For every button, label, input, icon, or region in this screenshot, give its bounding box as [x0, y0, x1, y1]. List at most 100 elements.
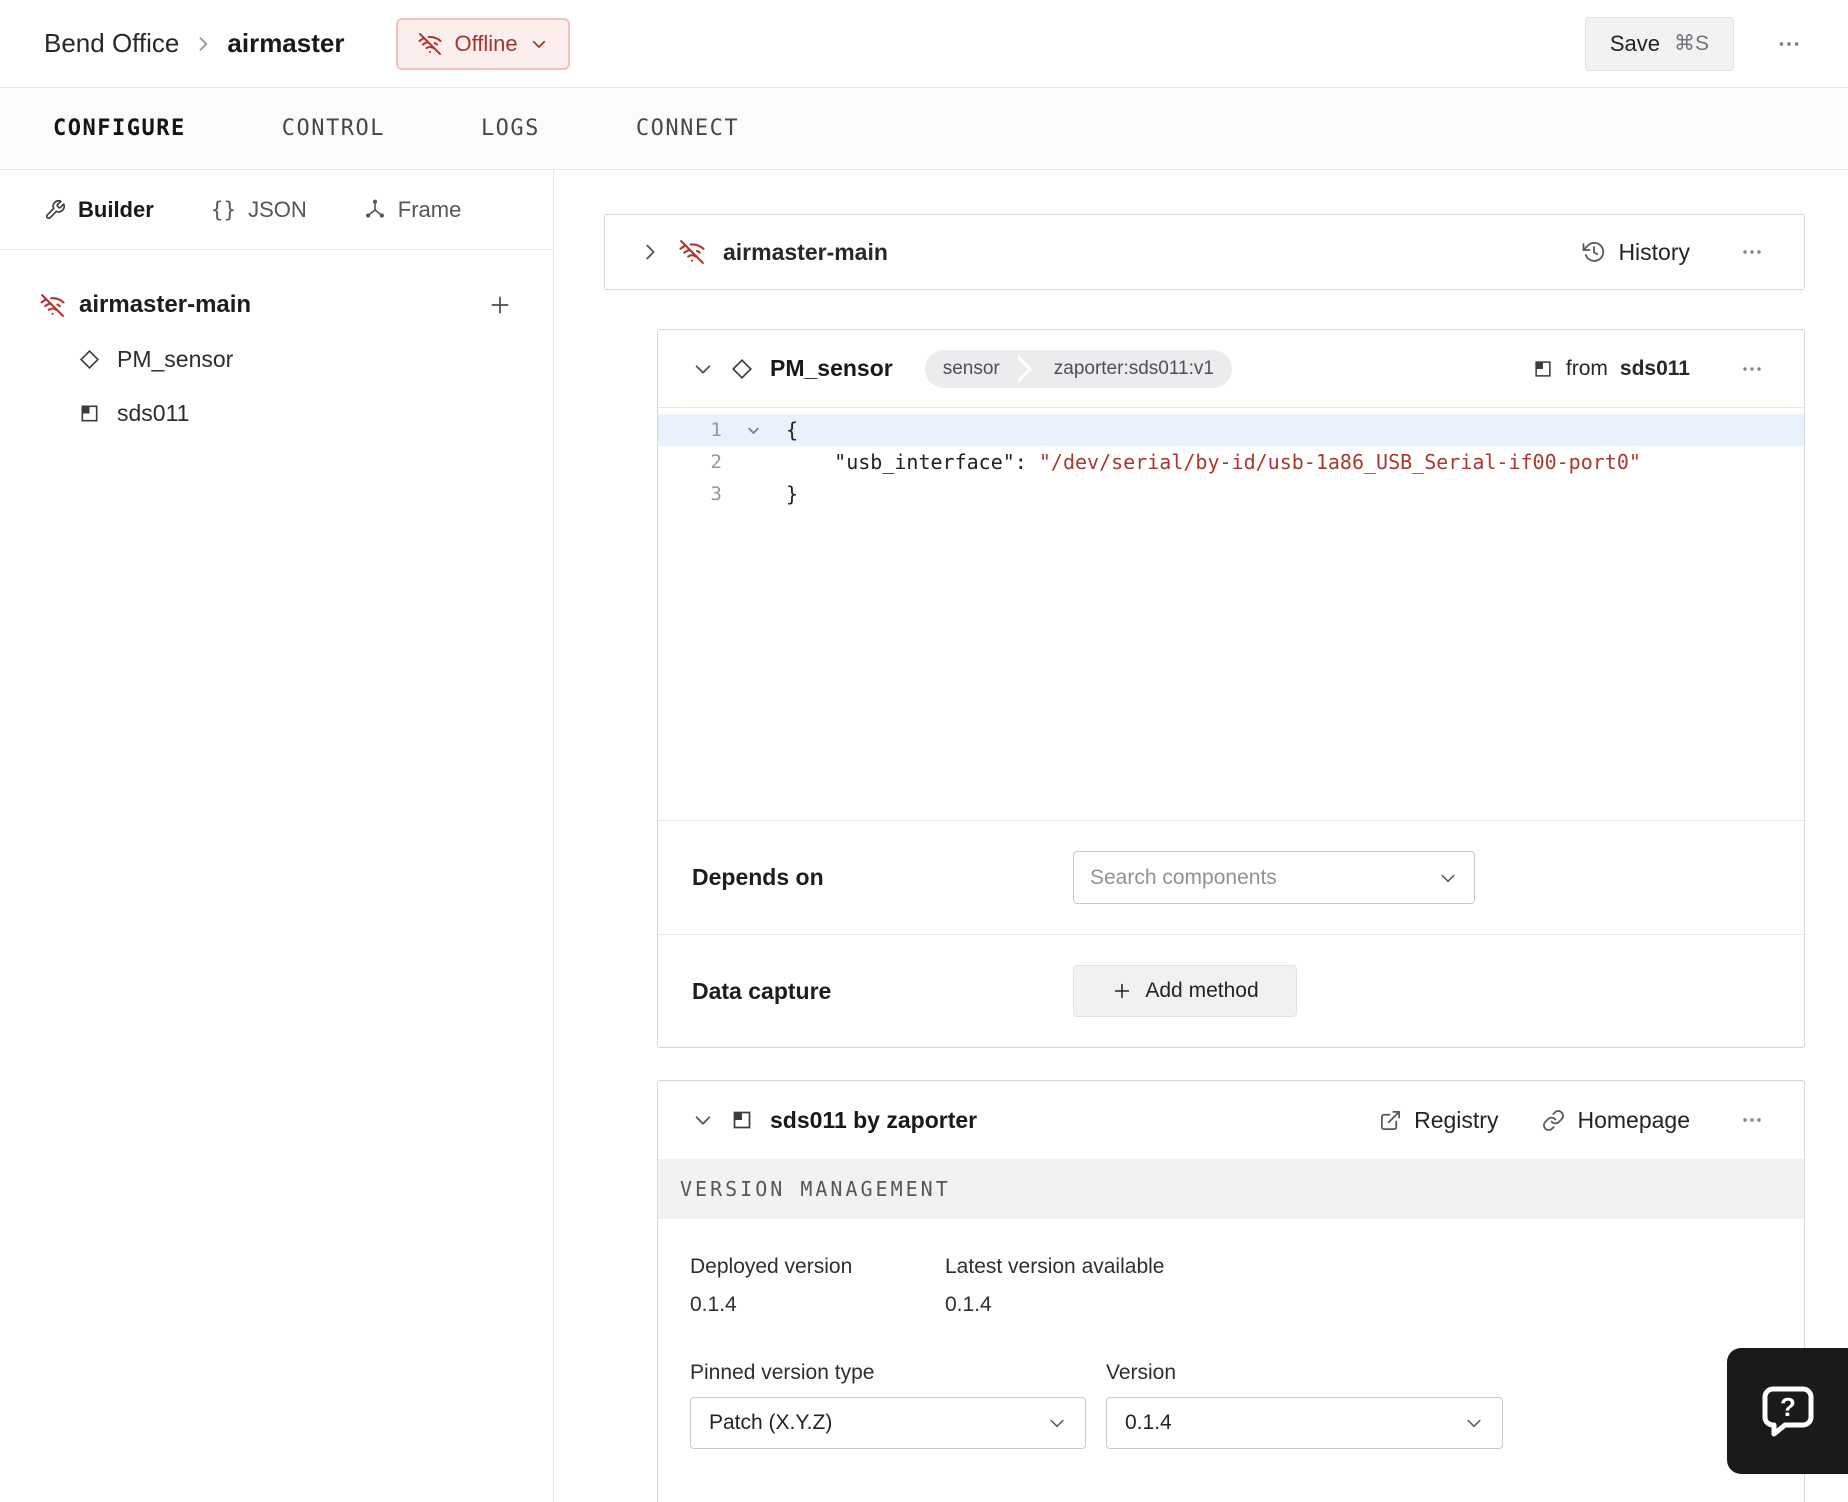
wifi-off-icon [679, 239, 705, 265]
module-card-menu-button[interactable] [1734, 1102, 1770, 1138]
fold-chevron-icon [748, 427, 759, 434]
machine-part-tree: airmaster-main PM_sensor sds011 [0, 250, 553, 468]
chevron-down-icon [530, 35, 548, 53]
component-card-header: PM_sensor sensor zaporter:sds011:v1 from… [658, 330, 1804, 408]
chevron-down-icon[interactable] [692, 358, 714, 380]
badge-component-type: sensor [924, 349, 1018, 388]
machine-card-menu-button[interactable] [1734, 234, 1770, 270]
history-label: History [1618, 238, 1690, 265]
code-string-value: "/dev/serial/by-id/usb-1a86_USB_Serial-i… [1038, 450, 1641, 474]
version-select[interactable]: 0.1.4 [1106, 1397, 1503, 1449]
tree-item-label: PM_sensor [117, 345, 234, 372]
version-management-section-header: VERSION MANAGEMENT [658, 1159, 1804, 1219]
tab-connect[interactable]: CONNECT [636, 116, 739, 141]
top-header: Bend Office airmaster Offline Save ⌘S [0, 0, 1848, 88]
help-question-mark: ? [1780, 1392, 1796, 1422]
tab-configure[interactable]: CONFIGURE [53, 116, 186, 141]
mode-frame-label: Frame [397, 196, 462, 222]
mode-json-label: JSON [248, 196, 307, 222]
component-diamond-icon [78, 348, 101, 371]
plus-icon [1111, 980, 1133, 1002]
depends-on-select[interactable] [1073, 851, 1475, 904]
history-clock-icon [1582, 240, 1606, 264]
data-capture-row: Data capture Add method [658, 934, 1804, 1047]
ellipsis-icon [1743, 250, 1761, 254]
component-card-pm-sensor: PM_sensor sensor zaporter:sds011:v1 from… [657, 329, 1805, 1048]
pin-labels-row: Pinned version type Version [690, 1361, 1770, 1385]
mode-builder[interactable]: Builder [44, 197, 154, 223]
add-method-button[interactable]: Add method [1073, 965, 1297, 1017]
add-method-label: Add method [1145, 979, 1259, 1002]
ellipsis-icon [1743, 366, 1761, 371]
homepage-label: Homepage [1577, 1106, 1690, 1133]
help-button[interactable]: ? [1727, 1348, 1848, 1474]
machine-status-dropdown[interactable]: Offline [396, 17, 570, 70]
wifi-off-icon [418, 32, 443, 56]
wrench-icon [44, 199, 66, 221]
version-value: 0.1.4 [1125, 1411, 1172, 1434]
tree-item-airmaster-main[interactable]: airmaster-main [0, 278, 553, 332]
module-card-sds011: sds011 by zaporter Registry Homepage VER… [657, 1080, 1805, 1502]
mode-json[interactable]: {} JSON [211, 197, 307, 223]
content-area: Builder {} JSON Frame airmaster-main PM_… [0, 170, 1848, 1502]
badge-separator [1017, 349, 1036, 388]
tab-control[interactable]: CONTROL [282, 116, 385, 141]
tree-item-sds011[interactable]: sds011 [0, 386, 553, 440]
depends-on-label: Depends on [692, 864, 824, 890]
chevron-down-icon[interactable] [1438, 868, 1458, 888]
module-icon [1532, 358, 1554, 380]
registry-label: Registry [1414, 1106, 1499, 1133]
save-label: Save [1609, 30, 1660, 56]
module-title: sds011 by zaporter [770, 1106, 978, 1133]
help-bubble-icon: ? [1761, 1386, 1813, 1437]
fold-gutter [722, 478, 786, 510]
from-module-name: sds011 [1619, 356, 1690, 380]
save-shortcut: ⌘S [1673, 32, 1709, 55]
tree-item-pm-sensor[interactable]: PM_sensor [0, 332, 553, 386]
chevron-down-icon[interactable] [692, 1109, 714, 1131]
homepage-link[interactable]: Homepage [1542, 1107, 1690, 1134]
breadcrumb-machine-name: airmaster [227, 28, 345, 58]
pinned-version-type-select[interactable]: Patch (X.Y.Z) [690, 1397, 1086, 1449]
machine-part-title: airmaster-main [723, 238, 888, 265]
registry-link[interactable]: Registry [1379, 1107, 1498, 1134]
attributes-code-editor[interactable]: 1 { 2 "usb_interface": "/dev/serial/by-i… [658, 408, 1804, 820]
code-line: 2 "usb_interface": "/dev/serial/by-id/us… [658, 446, 1804, 478]
sidebar: Builder {} JSON Frame airmaster-main PM_… [0, 170, 554, 1502]
header-menu-button[interactable] [1770, 25, 1808, 63]
machine-card-actions: History [1582, 234, 1770, 270]
tab-logs[interactable]: LOGS [481, 116, 540, 141]
main-panel: airmaster-main History PM_sensor sensor … [554, 170, 1848, 1502]
depends-on-row: Depends on [658, 820, 1804, 934]
breadcrumb-location-link[interactable]: Bend Office [44, 28, 179, 59]
pinned-version-type-label: Pinned version type [690, 1361, 875, 1384]
fold-toggle[interactable] [722, 414, 786, 446]
history-button[interactable]: History [1582, 239, 1690, 266]
code-line: 1 { [658, 414, 1804, 446]
tree-item-label: sds011 [117, 399, 190, 426]
module-card-header: sds011 by zaporter Registry Homepage [658, 1081, 1804, 1159]
braces-icon: {} [210, 197, 237, 222]
chevron-down-icon [1047, 1413, 1067, 1433]
from-label: from [1565, 356, 1608, 380]
chevron-right-icon[interactable] [639, 241, 661, 263]
fold-gutter [722, 446, 786, 478]
version-label: Version [1106, 1361, 1177, 1384]
depends-on-search-input[interactable] [1090, 865, 1428, 890]
component-diamond-icon [730, 357, 754, 381]
component-card-menu-button[interactable] [1734, 351, 1770, 387]
mode-frame[interactable]: Frame [364, 196, 462, 223]
ellipsis-icon [1743, 1118, 1761, 1122]
module-icon [730, 1108, 754, 1132]
code-text: } [786, 482, 799, 506]
frame-axes-icon [364, 199, 386, 221]
config-mode-switcher: Builder {} JSON Frame [0, 170, 553, 250]
machine-part-card: airmaster-main History [604, 214, 1805, 290]
version-management-body: Deployed version Latest version availabl… [658, 1219, 1804, 1449]
external-link-icon [1379, 1109, 1402, 1132]
save-button[interactable]: Save ⌘S [1584, 16, 1734, 71]
component-card-actions: from sds011 [1532, 351, 1770, 387]
add-component-icon[interactable] [487, 292, 513, 318]
breadcrumb-separator-icon [193, 34, 213, 54]
line-number: 1 [710, 419, 722, 441]
